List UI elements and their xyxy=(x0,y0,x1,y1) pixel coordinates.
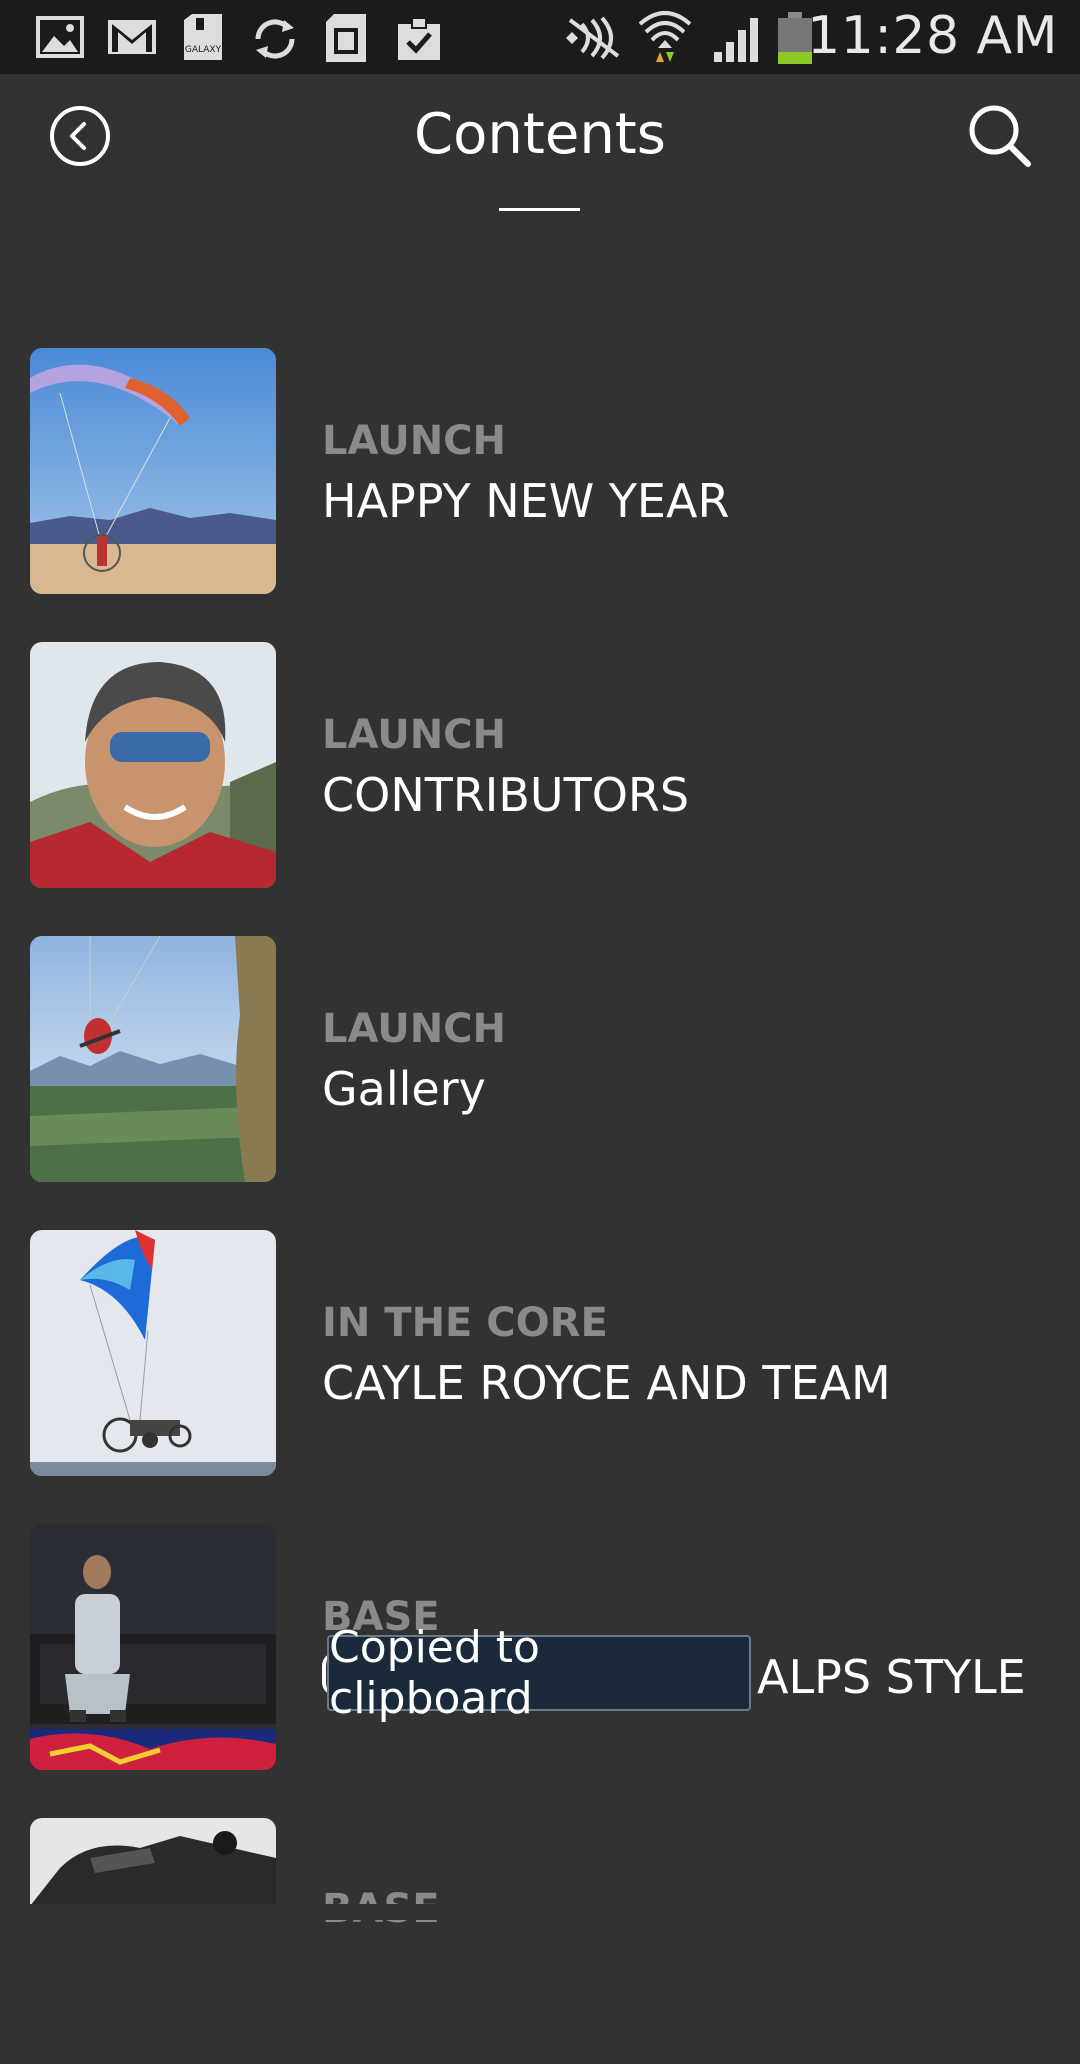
page-title: Contents xyxy=(414,102,666,167)
thumbnail-image xyxy=(30,1524,276,1770)
list-item[interactable]: LAUNCH HAPPY NEW YEAR xyxy=(0,348,1080,594)
item-category: LAUNCH xyxy=(322,1006,507,1052)
status-time: 11:28 AM xyxy=(807,6,1058,66)
list-item[interactable]: BASE xyxy=(0,1818,1080,2064)
item-title: ALPS STYLE xyxy=(757,1650,1026,1704)
list-bottom-edge xyxy=(0,1904,1080,1920)
item-title: CAYLE ROYCE AND TEAM xyxy=(322,1356,891,1410)
list-item[interactable]: LAUNCH Gallery xyxy=(0,936,1080,1182)
thumbnail-image xyxy=(30,1818,276,1906)
sim-card-icon xyxy=(324,12,368,68)
clipboard-check-icon xyxy=(396,14,442,66)
list-item[interactable]: LAUNCH CONTRIBUTORS xyxy=(0,642,1080,888)
thumbnail-image xyxy=(30,1230,276,1476)
item-title: CONTRIBUTORS xyxy=(322,768,690,822)
app-header: Contents xyxy=(0,74,1080,244)
title-underline xyxy=(499,208,580,211)
status-bar: GALAXY 11:28 AM xyxy=(0,0,1080,74)
item-title: HAPPY NEW YEAR xyxy=(322,474,730,528)
item-category: IN THE CORE xyxy=(322,1300,608,1346)
svg-text:GALAXY: GALAXY xyxy=(185,45,222,55)
list-item[interactable]: IN THE CORE CAYLE ROYCE AND TEAM xyxy=(0,1230,1080,1476)
item-category: LAUNCH xyxy=(322,712,507,758)
nfc-icon xyxy=(562,16,624,64)
search-button[interactable] xyxy=(966,102,1032,168)
wifi-icon xyxy=(636,8,694,68)
thumbnail-image xyxy=(30,348,276,594)
toast-message: Copied to clipboard xyxy=(327,1622,751,1724)
thumbnail-image xyxy=(30,936,276,1182)
signal-icon xyxy=(712,14,762,68)
item-category: LAUNCH xyxy=(322,418,507,464)
sync-icon xyxy=(250,16,300,66)
galaxy-sdcard-icon: GALAXY xyxy=(182,12,224,66)
gallery-icon xyxy=(36,16,84,62)
gmail-icon xyxy=(106,18,158,60)
thumbnail-image xyxy=(30,642,276,888)
item-title: Gallery xyxy=(322,1062,486,1116)
search-icon xyxy=(969,105,1031,167)
